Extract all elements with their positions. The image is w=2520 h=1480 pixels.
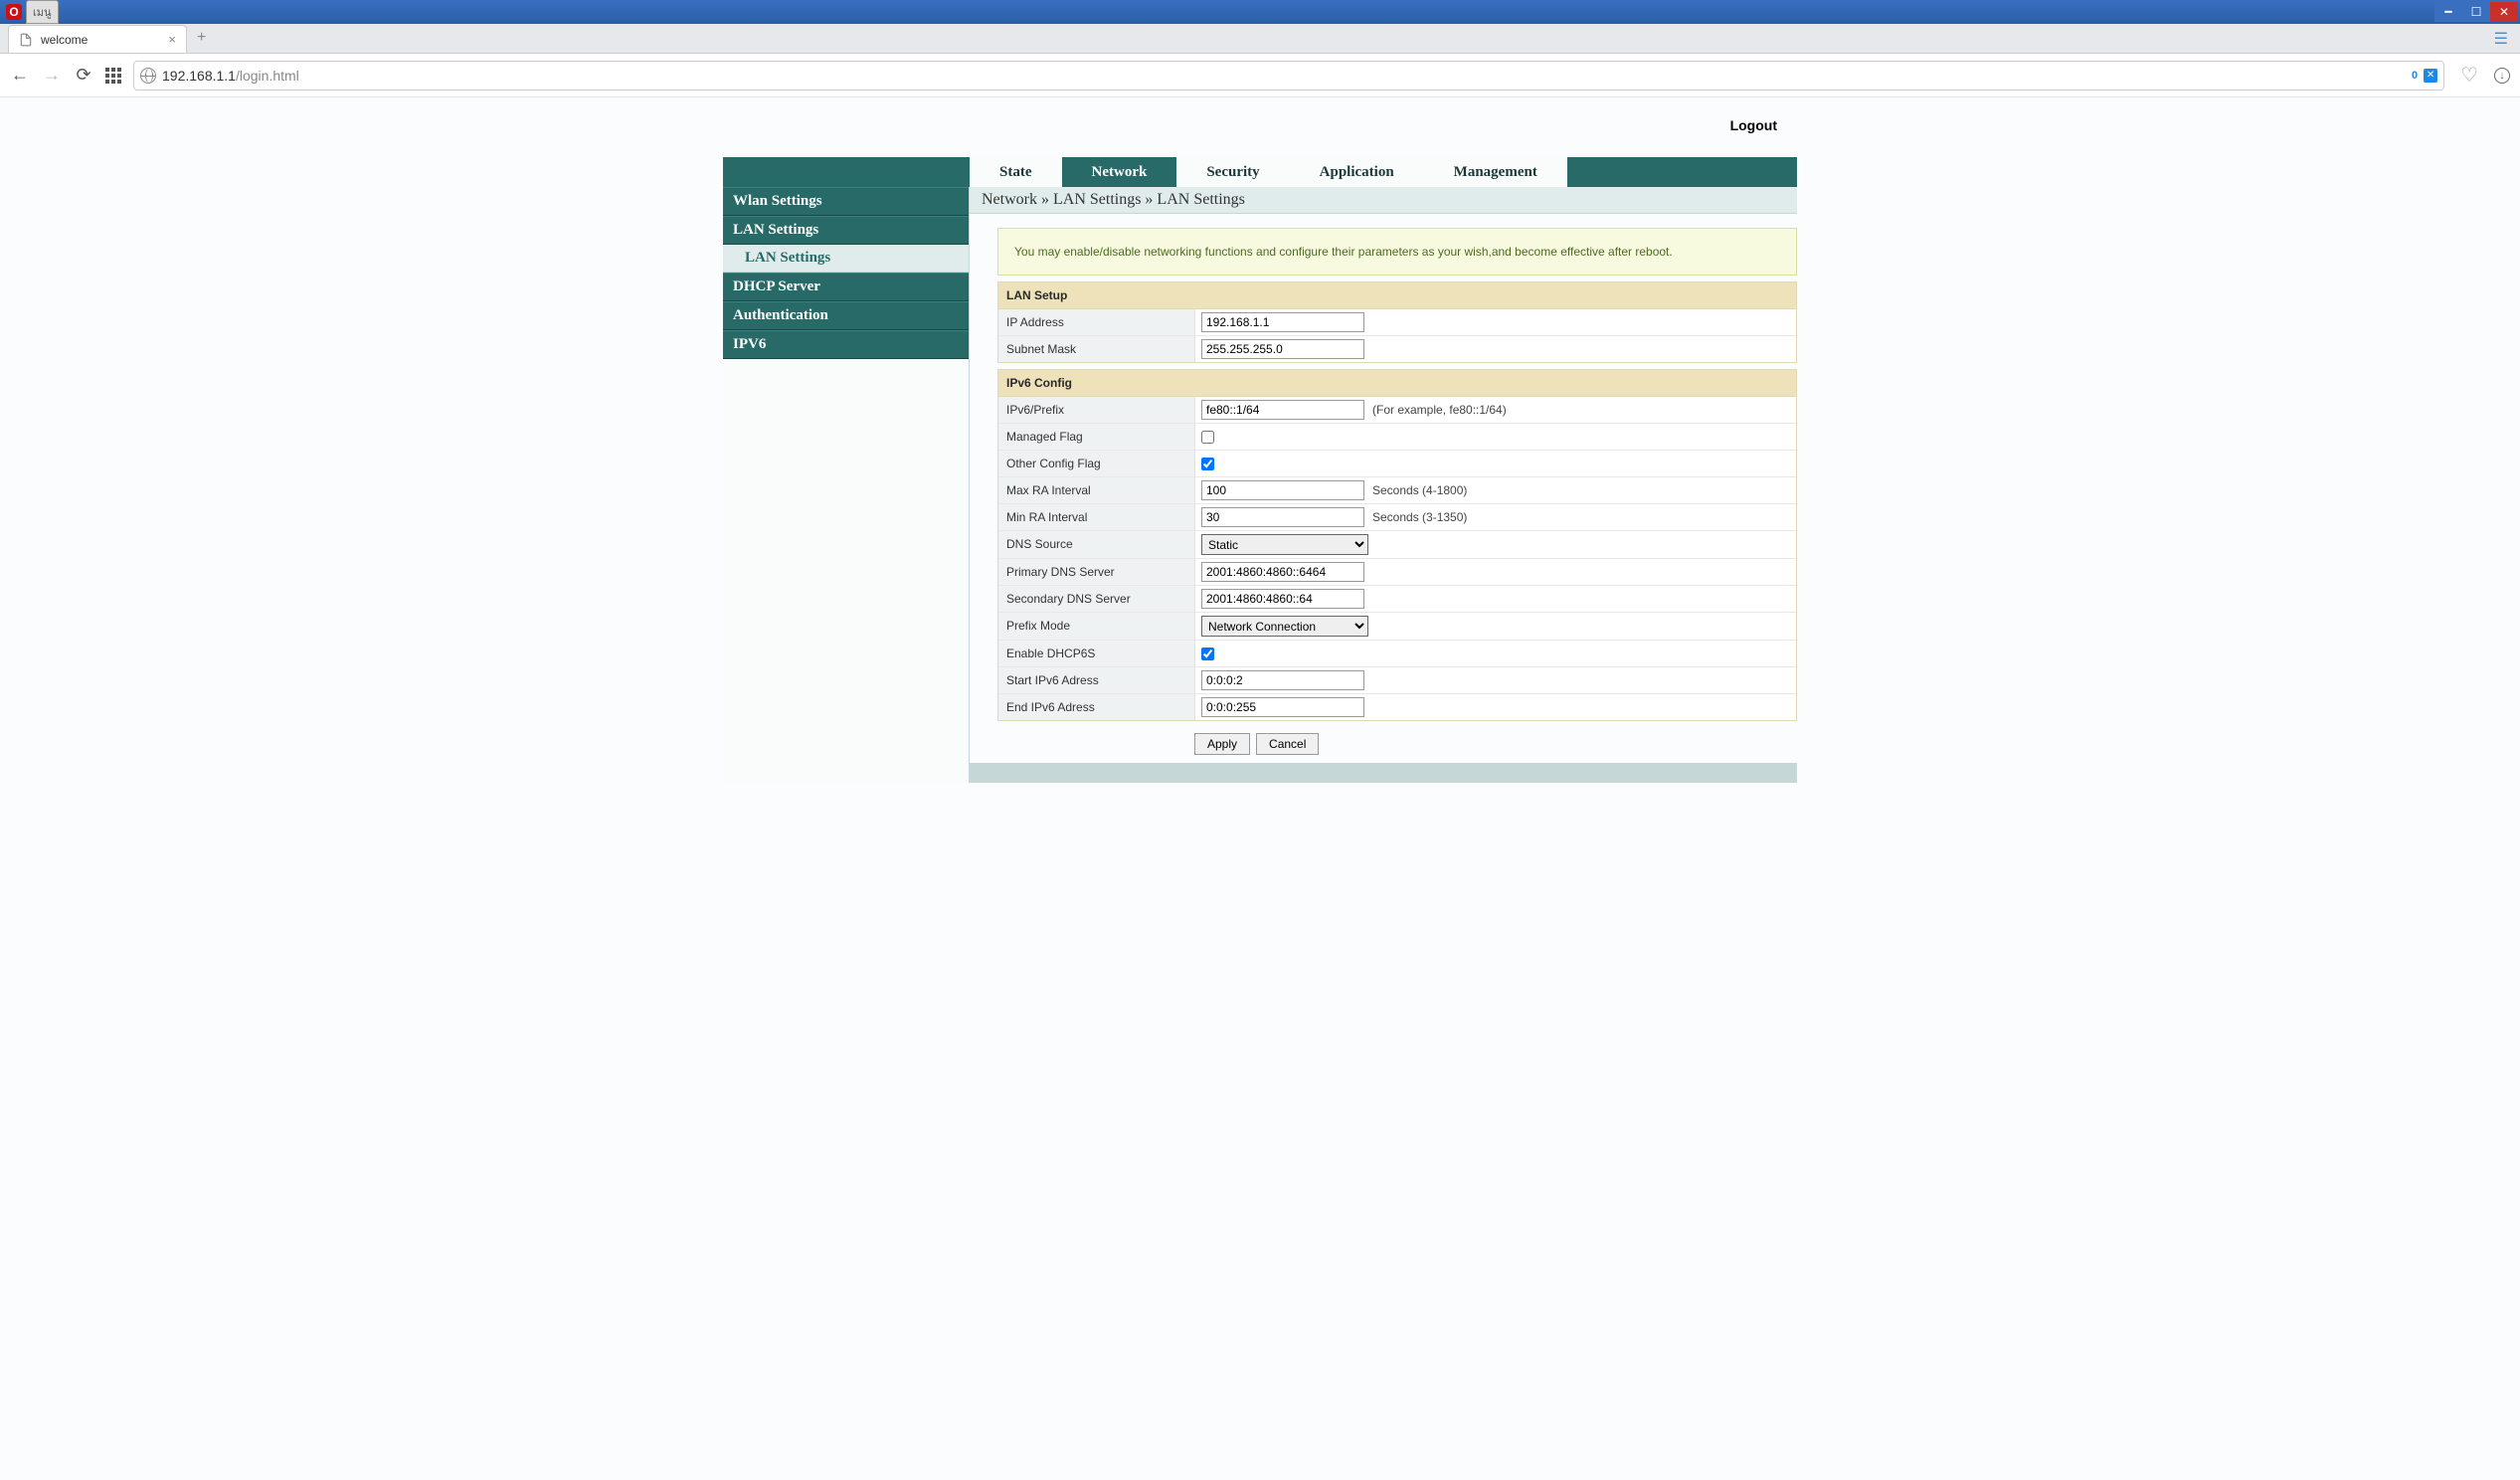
shield-icon[interactable]: ✕ — [2424, 69, 2437, 83]
label-dns-source: DNS Source — [998, 531, 1195, 558]
tab-close-button[interactable]: × — [168, 32, 176, 47]
input-subnet-mask[interactable] — [1201, 339, 1364, 359]
hint-min-ra: Seconds (3-1350) — [1372, 510, 1467, 524]
window-close-button[interactable]: ✕ — [2490, 2, 2518, 22]
logout-link[interactable]: Logout — [1730, 117, 1777, 133]
sidebar-subitem-lan-settings[interactable]: LAN Settings — [723, 245, 969, 273]
sidebar: Wlan Settings LAN Settings LAN Settings … — [723, 187, 970, 783]
opera-logo-icon: O — [6, 4, 22, 20]
tab-application[interactable]: Application — [1290, 157, 1424, 187]
input-secondary-dns[interactable] — [1201, 589, 1364, 609]
label-managed-flag: Managed Flag — [998, 424, 1195, 450]
url-text: 192.168.1.1/login.html — [162, 68, 2406, 84]
label-min-ra: Min RA Interval — [998, 504, 1195, 530]
sidebar-item-ipv6[interactable]: IPV6 — [723, 330, 969, 359]
input-max-ra[interactable] — [1201, 480, 1364, 500]
input-end-ipv6[interactable] — [1201, 697, 1364, 717]
input-min-ra[interactable] — [1201, 507, 1364, 527]
new-tab-button[interactable]: + — [187, 23, 216, 53]
tab-management[interactable]: Management — [1424, 157, 1567, 187]
checkbox-enable-dhcp6s[interactable] — [1201, 648, 1214, 660]
globe-icon — [140, 68, 156, 84]
input-start-ipv6[interactable] — [1201, 670, 1364, 690]
browser-toolbar: ← → ⟳ 192.168.1.1/login.html 0 ✕ ♡ ↓ — [0, 54, 2520, 97]
hint-ipv6-prefix: (For example, fe80::1/64) — [1372, 403, 1507, 417]
ipv6-config-section: IPv6 Config IPv6/Prefix (For example, fe… — [997, 369, 1797, 721]
cancel-button[interactable]: Cancel — [1256, 733, 1319, 755]
label-ip-address: IP Address — [998, 309, 1195, 335]
label-secondary-dns: Secondary DNS Server — [998, 586, 1195, 612]
label-other-config-flag: Other Config Flag — [998, 451, 1195, 476]
footer-bar — [970, 763, 1797, 783]
section-header-ipv6: IPv6 Config — [998, 370, 1796, 397]
input-ipv6-prefix[interactable] — [1201, 400, 1364, 420]
label-start-ipv6: Start IPv6 Adress — [998, 667, 1195, 693]
address-bar[interactable]: 192.168.1.1/login.html 0 ✕ — [133, 61, 2444, 91]
window-titlebar: O เมนู ━ ☐ ✕ — [0, 0, 2520, 24]
sidebar-item-auth[interactable]: Authentication — [723, 301, 969, 330]
lan-setup-section: LAN Setup IP Address Subnet Mask — [997, 281, 1797, 363]
checkbox-managed-flag[interactable] — [1201, 431, 1214, 444]
page-icon — [19, 33, 33, 47]
input-ip-address[interactable] — [1201, 312, 1364, 332]
label-prefix-mode: Prefix Mode — [998, 613, 1195, 640]
browser-menu-button[interactable]: เมนู — [26, 0, 59, 24]
tab-network[interactable]: Network — [1062, 157, 1177, 187]
tab-security[interactable]: Security — [1176, 157, 1289, 187]
label-subnet-mask: Subnet Mask — [998, 336, 1195, 362]
blocked-count-badge: 0 — [2412, 70, 2418, 82]
main-nav-tabs: State Network Security Application Manag… — [723, 157, 1797, 187]
downloads-icon[interactable]: ↓ — [2494, 68, 2510, 84]
sidebar-item-lan[interactable]: LAN Settings — [723, 216, 969, 245]
hint-max-ra: Seconds (4-1800) — [1372, 483, 1467, 497]
checkbox-other-config-flag[interactable] — [1201, 458, 1214, 470]
back-button[interactable]: ← — [10, 65, 30, 86]
sidebar-item-dhcp[interactable]: DHCP Server — [723, 273, 969, 301]
apply-button[interactable]: Apply — [1194, 733, 1250, 755]
reload-button[interactable]: ⟳ — [74, 65, 93, 86]
forward-button[interactable]: → — [42, 65, 62, 86]
browser-tab-bar: welcome × + ☰ — [0, 24, 2520, 54]
browser-tab[interactable]: welcome × — [8, 25, 187, 53]
page-content: Logout State Network Security Applicatio… — [0, 97, 2520, 1480]
window-minimize-button[interactable]: ━ — [2434, 2, 2462, 22]
info-message: You may enable/disable networking functi… — [997, 228, 1797, 276]
section-header-lan: LAN Setup — [998, 282, 1796, 309]
bookmark-heart-icon[interactable]: ♡ — [2460, 63, 2478, 88]
input-primary-dns[interactable] — [1201, 562, 1364, 582]
label-end-ipv6: End IPv6 Adress — [998, 694, 1195, 720]
breadcrumb: Network » LAN Settings » LAN Settings — [970, 187, 1797, 214]
select-dns-source[interactable]: Static — [1201, 534, 1368, 555]
select-prefix-mode[interactable]: Network Connection — [1201, 616, 1368, 637]
window-maximize-button[interactable]: ☐ — [2462, 2, 2490, 22]
tab-title: welcome — [41, 33, 160, 47]
label-ipv6-prefix: IPv6/Prefix — [998, 397, 1195, 423]
sidebar-item-wlan[interactable]: Wlan Settings — [723, 187, 969, 216]
tab-menu-icon[interactable]: ☰ — [2482, 25, 2520, 53]
label-primary-dns: Primary DNS Server — [998, 559, 1195, 585]
label-max-ra: Max RA Interval — [998, 477, 1195, 503]
speed-dial-button[interactable] — [105, 68, 121, 84]
tab-state[interactable]: State — [970, 157, 1062, 187]
label-enable-dhcp6s: Enable DHCP6S — [998, 641, 1195, 666]
